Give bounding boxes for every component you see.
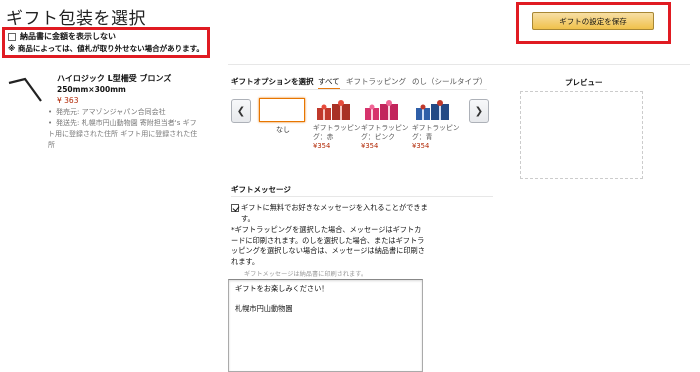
product-image [8, 77, 42, 102]
product-price: ¥ 363 [57, 96, 79, 105]
gift-box-icon [365, 100, 398, 120]
gift-option-pink[interactable] [361, 98, 403, 122]
hide-price-option[interactable]: 納品書に金額を表示しない [8, 31, 116, 42]
page-title: ギフト包装を選択 [6, 9, 146, 29]
gift-message-info: *ギフトラッピングを選択した場合、メッセージはギフトカードに印刷されます。のしを… [231, 225, 425, 266]
carousel-next-button[interactable]: ❯ [469, 99, 489, 123]
hide-price-label: 納品書に金額を表示しない [20, 32, 116, 41]
gift-option-blue-price: ¥354 [412, 142, 430, 150]
chevron-left-icon: ❮ [236, 105, 246, 117]
product-seller: • 発売元: アマゾンジャパン合同会社 [48, 108, 166, 116]
gift-message-note: ギフトメッセージは納品書に印刷されます。 [244, 271, 368, 278]
gift-message-heading: ギフトメッセージ [231, 185, 291, 194]
gift-options-label: ギフトオプションを選択 [231, 77, 314, 86]
hide-price-checkbox[interactable] [8, 32, 16, 41]
gift-option-pink-price: ¥354 [361, 142, 379, 150]
gift-option-none-label: なし [276, 126, 290, 134]
gift-option-blue[interactable] [412, 98, 454, 122]
gift-message-checkbox-label: ギフトに無料でお好きなメッセージを入れることができます。 [241, 203, 428, 223]
preview-title: プレビュー [565, 78, 603, 87]
preview-area [520, 91, 643, 179]
divider [228, 64, 690, 65]
gift-box-icon [416, 100, 449, 120]
tab-gift-wrapping[interactable]: ギフトラッピング [346, 76, 406, 87]
product-ship-to: • 発送先: 札幌市円山動物園 寄附担当者's ギフト用に登録された住所 ギフト用… [48, 119, 198, 149]
gift-message-textarea[interactable]: ギフトをお楽しみください！ 札幌市円山動物園 [228, 279, 423, 372]
tab-noshi[interactable]: のし（シールタイプ） [412, 76, 487, 87]
tab-all[interactable]: すべて [318, 76, 340, 89]
gift-option-none[interactable] [259, 98, 305, 122]
divider [231, 196, 493, 197]
gift-message-checkbox[interactable] [231, 204, 239, 212]
divider [231, 89, 487, 90]
gift-box-icon [317, 100, 350, 120]
price-tag-note: ※ 商品によっては、値札が取り外せない場合があります。 [8, 44, 204, 53]
gift-option-pink-caption: ギフトラッピング：ピンク [361, 124, 409, 141]
gift-option-red-caption: ギフトラッピング：赤 [313, 124, 361, 141]
gift-option-red[interactable] [313, 98, 355, 122]
gift-option-red-price: ¥354 [313, 142, 331, 150]
carousel-prev-button[interactable]: ❮ [231, 99, 251, 123]
gift-option-blue-caption: ギフトラッピング：青 [412, 124, 460, 141]
product-size: 250mm×300mm [57, 85, 126, 94]
product-name: ハイロジック L型柵受 ブロンズ [57, 74, 172, 83]
save-gift-settings-button[interactable]: ギフトの設定を保存 [532, 12, 654, 30]
chevron-right-icon: ❯ [474, 105, 484, 117]
